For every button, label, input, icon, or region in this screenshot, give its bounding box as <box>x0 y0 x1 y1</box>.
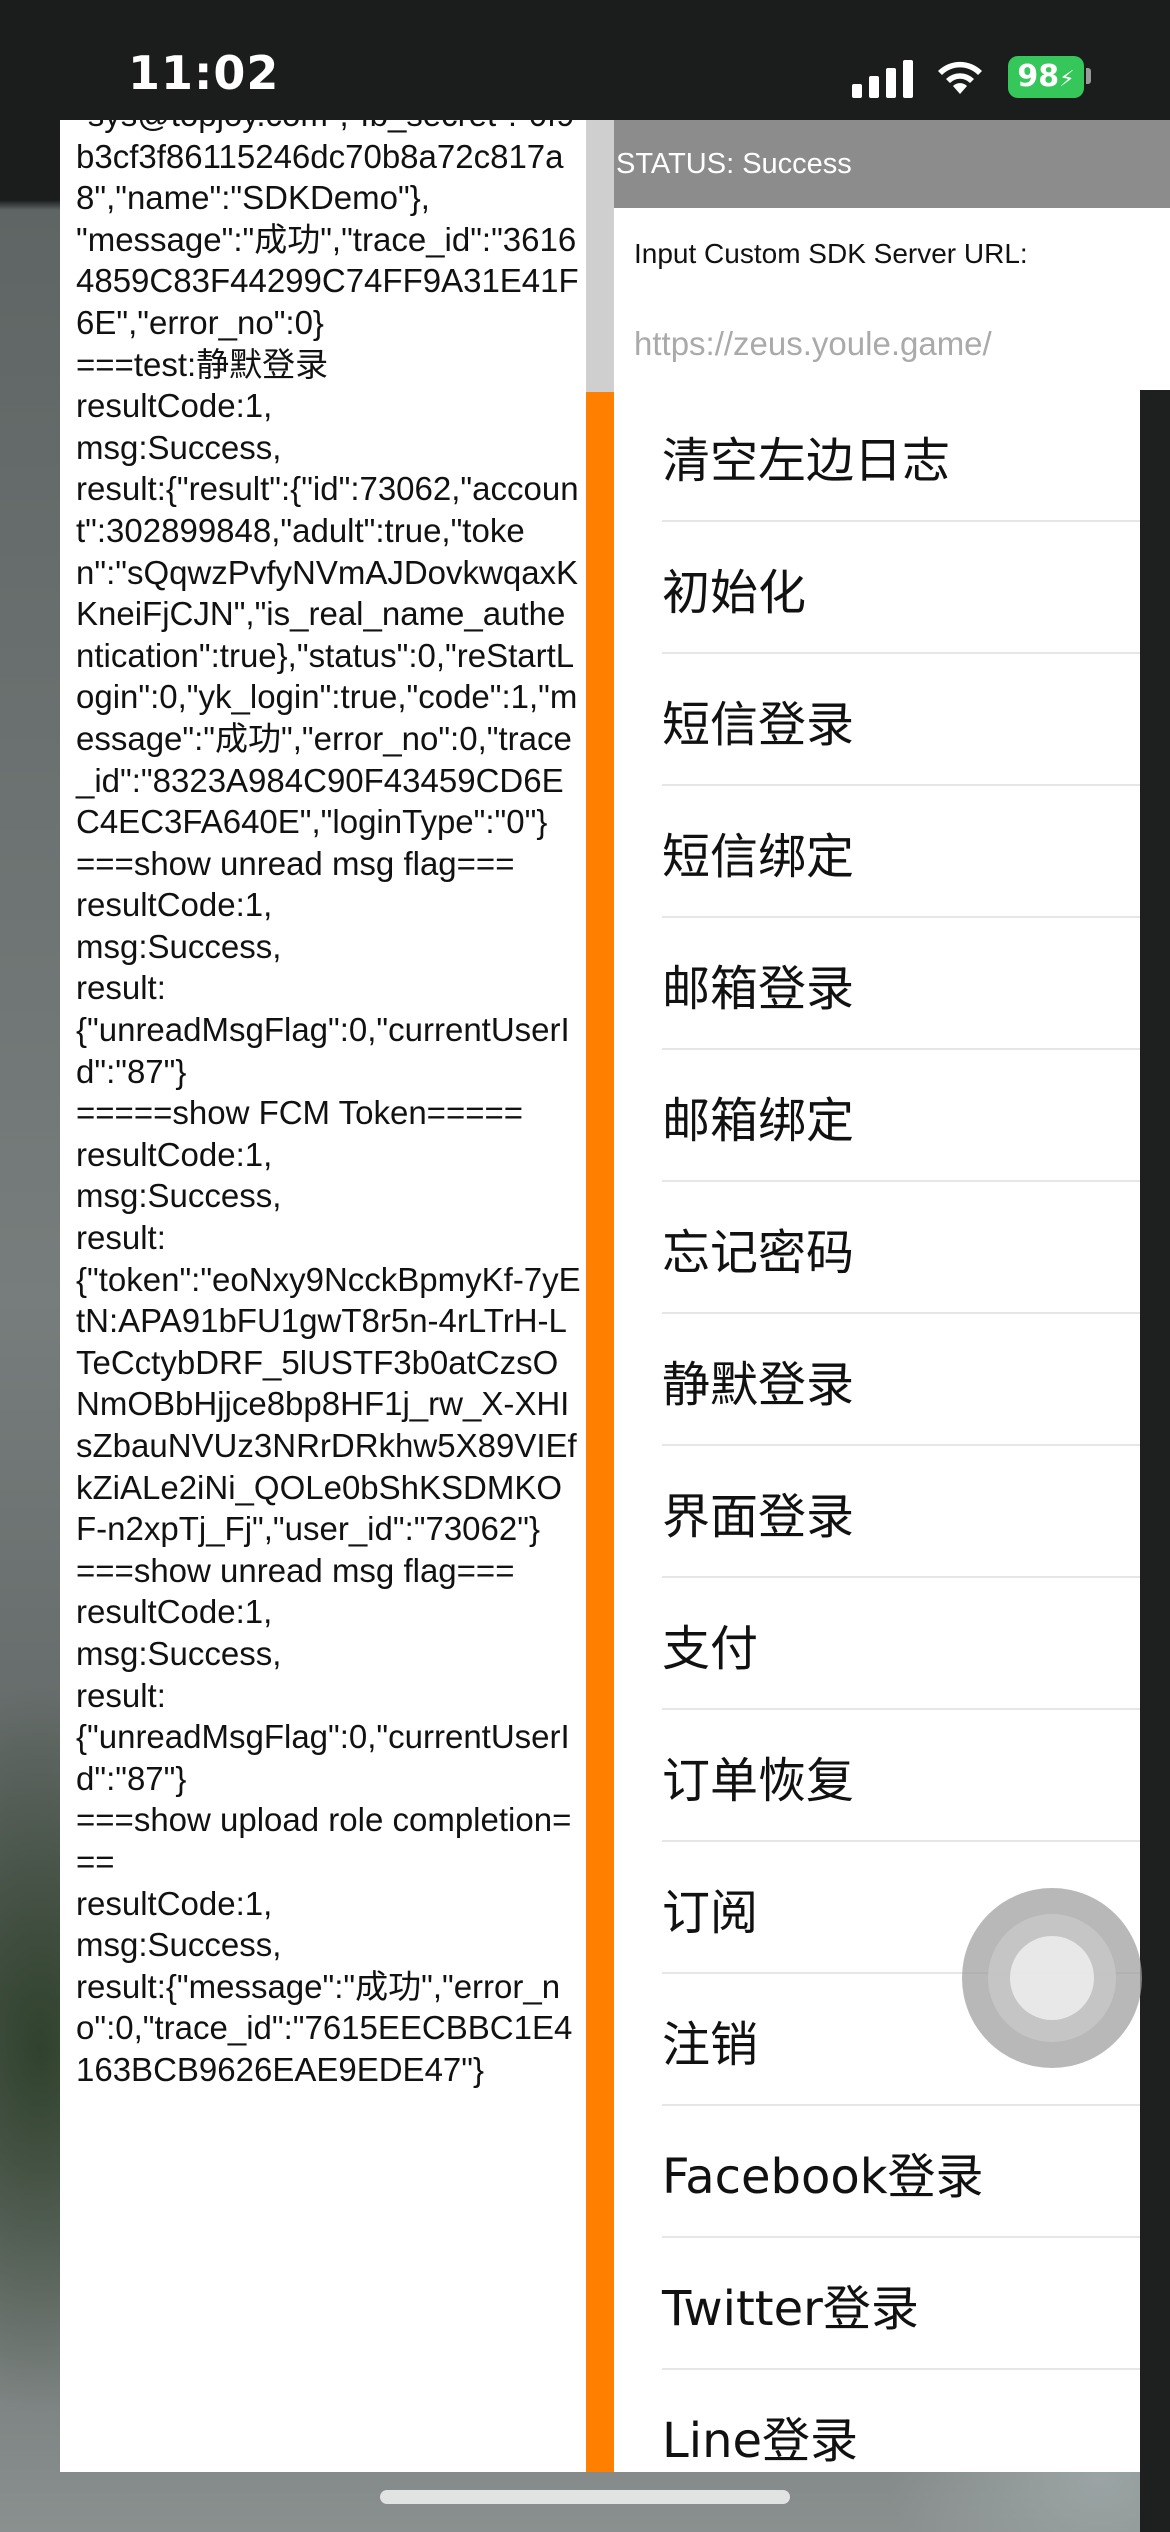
server-url-section: Input Custom SDK Server URL: <box>614 208 1170 390</box>
menu-item-label: 支付 <box>662 1621 759 1677</box>
menu-item[interactable]: 初始化 <box>614 522 1140 654</box>
status-header: STATUS: Success <box>614 120 1170 208</box>
menu-item[interactable]: 短信绑定 <box>614 786 1140 918</box>
menu-item[interactable]: Line登录 <box>614 2370 1140 2472</box>
menu-item-label: 邮箱登录 <box>662 961 855 1017</box>
log-text: "sys@topjoy.com","fb_secret":"0f9b3cf3f8… <box>76 120 581 2088</box>
cellular-signal-icon <box>852 58 914 98</box>
menu-item-label: Line登录 <box>662 2413 859 2469</box>
menu-item[interactable]: 清空左边日志 <box>614 390 1140 522</box>
menu-item-label: Twitter登录 <box>662 2281 919 2337</box>
menu-item-label: Facebook登录 <box>662 2149 984 2205</box>
menu-item[interactable]: 静默登录 <box>614 1314 1140 1446</box>
menu-item-label: 界面登录 <box>662 1489 855 1545</box>
menu-item-label: 静默登录 <box>662 1357 855 1413</box>
menu-item-label: 邮箱绑定 <box>662 1093 855 1149</box>
menu-item[interactable]: 界面登录 <box>614 1446 1140 1578</box>
assistive-touch-button[interactable] <box>962 1888 1142 2068</box>
menu-item[interactable]: 邮箱登录 <box>614 918 1140 1050</box>
wifi-icon <box>938 61 982 94</box>
server-url-input[interactable] <box>628 314 1160 374</box>
battery-charging-icon: 98⚡ <box>1008 56 1084 98</box>
menu-item-label: 订阅 <box>662 1885 759 1941</box>
log-scrollbar-track[interactable] <box>586 120 614 2472</box>
menu-item[interactable]: 短信登录 <box>614 654 1140 786</box>
server-url-label: Input Custom SDK Server URL: <box>634 238 1028 269</box>
action-menu[interactable]: 清空左边日志 初始化短信登录短信绑定邮箱登录邮箱绑定忘记密码静默登录界面登录支付订… <box>614 390 1140 2472</box>
menu-item-label: 初始化 <box>662 565 807 621</box>
menu-item-label: 清空左边日志 <box>662 433 951 489</box>
battery-nub <box>1086 68 1091 84</box>
menu-item[interactable]: 订单恢复 <box>614 1710 1140 1842</box>
log-scrollbar-thumb[interactable] <box>586 120 614 392</box>
menu-item[interactable]: Facebook登录 <box>614 2106 1140 2238</box>
menu-item-label: 注销 <box>662 2017 759 2073</box>
menu-item[interactable]: Twitter登录 <box>614 2238 1140 2370</box>
menu-item[interactable]: 邮箱绑定 <box>614 1050 1140 1182</box>
log-panel[interactable]: "sys@topjoy.com","fb_secret":"0f9b3cf3f8… <box>60 120 586 2472</box>
menu-item[interactable]: 忘记密码 <box>614 1182 1140 1314</box>
home-indicator[interactable] <box>380 2490 790 2504</box>
battery-level: 98 <box>1017 59 1060 94</box>
menu-item[interactable]: 支付 <box>614 1578 1140 1710</box>
right-edge-strip <box>1140 390 1170 2532</box>
menu-item-label: 忘记密码 <box>662 1225 855 1281</box>
menu-item-label: 短信绑定 <box>662 829 855 885</box>
menu-item-label: 短信登录 <box>662 697 855 753</box>
menu-item-label: 订单恢复 <box>662 1753 855 1809</box>
clock-time: 11:02 <box>128 46 280 100</box>
